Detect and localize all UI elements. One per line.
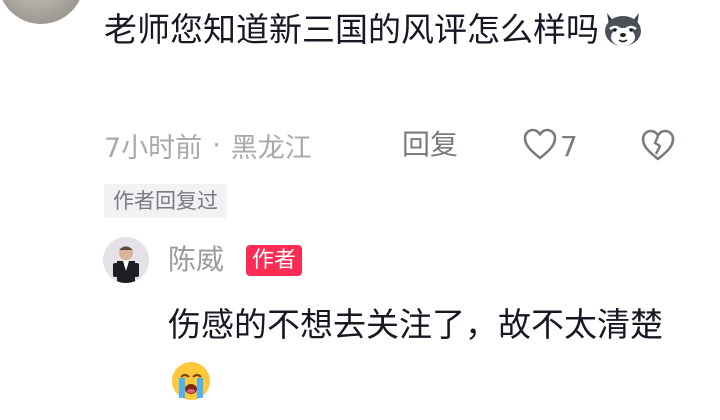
comment-meta: 7小时前 · 黑龙江	[104, 125, 312, 165]
reply-text: 伤感的不想去关注了，故不太清楚	[168, 296, 698, 412]
author-badge: 作者	[246, 245, 303, 276]
like-button[interactable]: 7	[522, 126, 578, 166]
reply-author-name[interactable]: 陈威	[168, 240, 224, 280]
author-replied-tag: 作者回复过	[104, 184, 227, 218]
reply-avatar[interactable]	[103, 237, 149, 283]
comment-text: 老师您知道新三国的风评怎么样吗	[104, 0, 694, 60]
comment-location: 黑龙江	[230, 132, 312, 164]
broken-heart-icon	[640, 129, 676, 166]
dislike-button[interactable]	[640, 128, 676, 164]
crying-emoji-icon	[170, 360, 212, 402]
commenter-avatar[interactable]	[0, 0, 84, 24]
heart-icon	[522, 127, 558, 165]
reply-body: 伤感的不想去关注了，故不太清楚	[168, 305, 663, 344]
comment-body: 老师您知道新三国的风评怎么样吗	[104, 10, 599, 49]
meta-separator: ·	[212, 129, 221, 161]
like-count: 7	[560, 129, 578, 163]
comment-time: 7小时前	[104, 132, 203, 164]
reply-button[interactable]: 回复	[402, 125, 458, 165]
wolf-emoji-icon	[601, 8, 645, 48]
